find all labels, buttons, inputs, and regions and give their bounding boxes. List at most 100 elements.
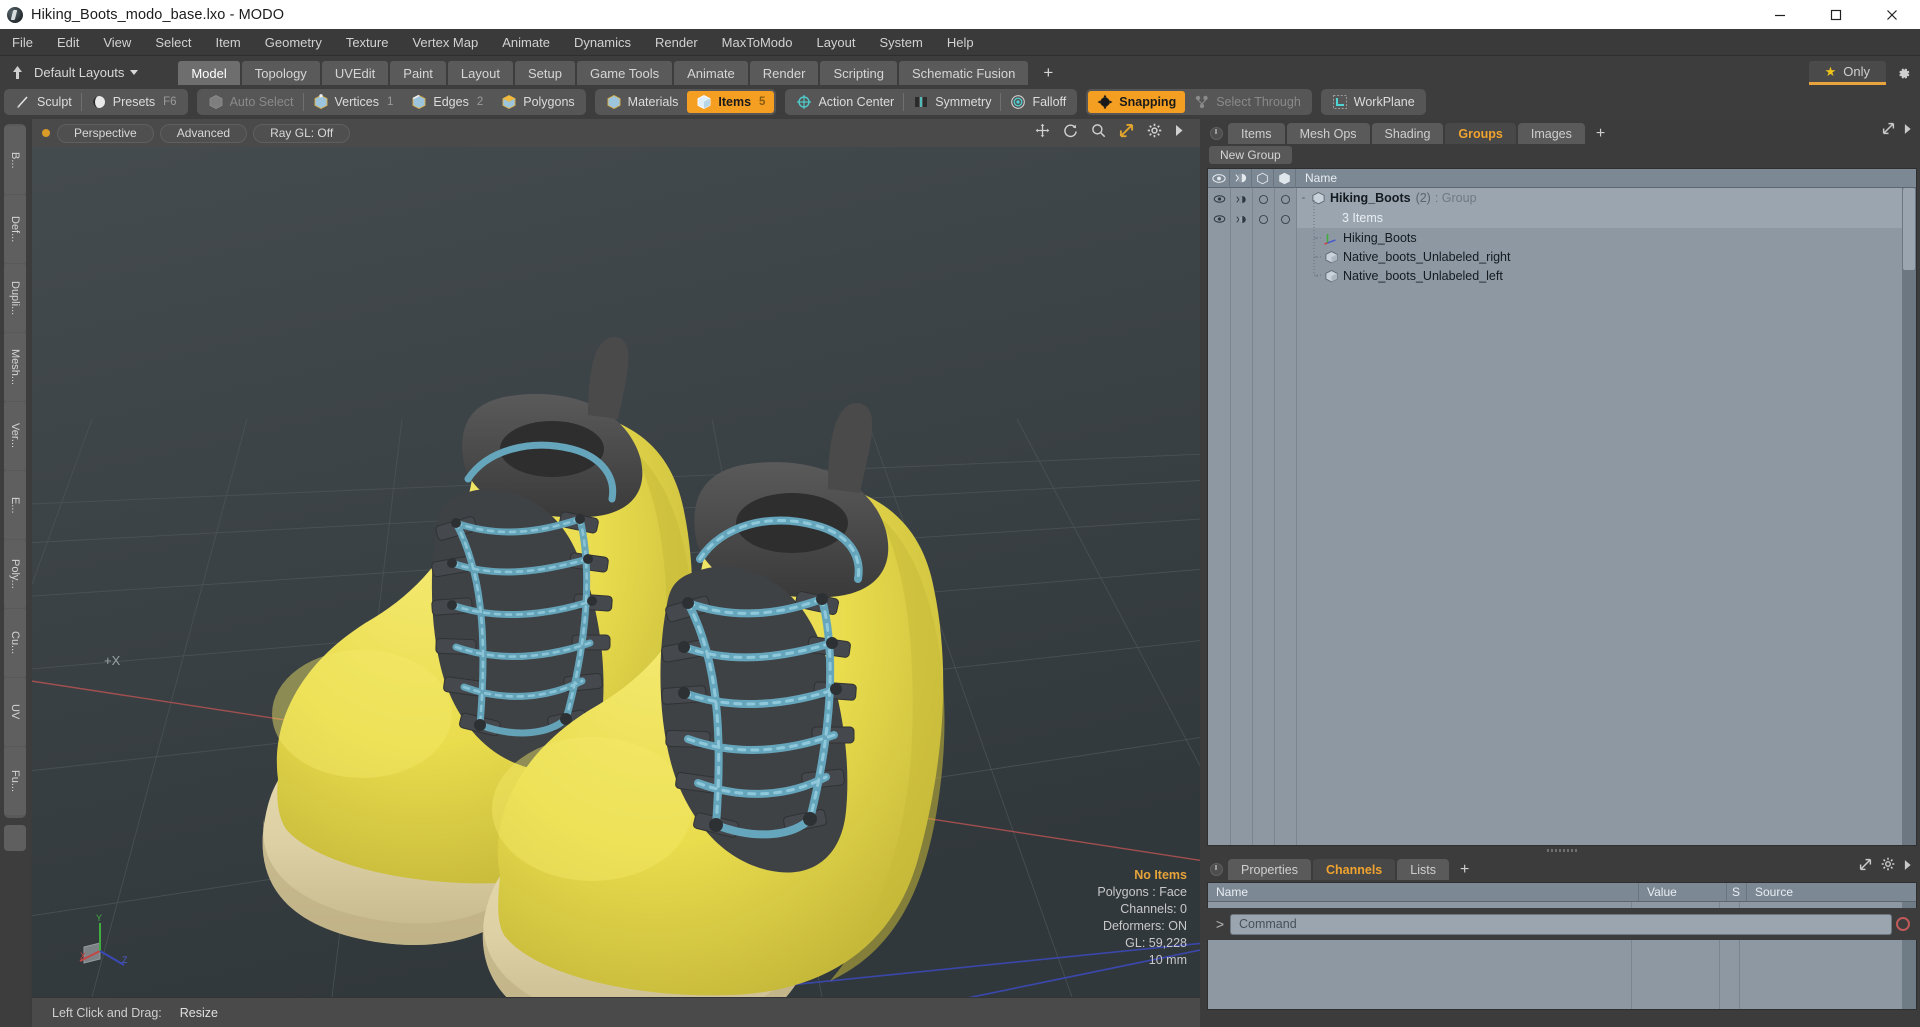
row-visible-toggle[interactable] (1208, 189, 1230, 209)
groups-tree[interactable]: Name - Hiking_Boots (2): Group 3 Items … (1207, 168, 1917, 846)
left-tab-uv[interactable]: UV (4, 678, 26, 746)
tab-lists[interactable]: Lists (1397, 859, 1449, 880)
row-shade-toggle[interactable] (1252, 189, 1274, 209)
tab-properties[interactable]: Properties (1228, 859, 1311, 880)
add-bottom-tab-button[interactable]: + (1451, 859, 1478, 880)
tab-mesh-ops[interactable]: Mesh Ops (1286, 123, 1370, 144)
3d-viewport[interactable]: +X Perspective Advanced Ray GL: Off No I… (32, 119, 1200, 997)
sculpt-button[interactable]: Sculpt (6, 91, 81, 113)
record-icon[interactable] (1892, 917, 1914, 931)
falloff-button[interactable]: Falloff (1001, 91, 1075, 113)
tab-channels[interactable]: Channels (1312, 859, 1396, 880)
menu-texture[interactable]: Texture (334, 29, 401, 56)
layout-tab-uvedit[interactable]: UVEdit (321, 61, 389, 85)
command-input[interactable] (1230, 913, 1892, 935)
pin-icon[interactable] (6, 65, 28, 80)
select-icon[interactable] (1274, 169, 1296, 188)
chevron-right-icon[interactable] (1175, 124, 1184, 142)
channels-list[interactable]: Name Value S Source (1207, 882, 1917, 1010)
row-render-toggle[interactable] (1230, 209, 1252, 229)
menu-file[interactable]: File (0, 29, 45, 56)
left-tab-basic[interactable]: B... (4, 126, 26, 194)
gear-icon[interactable] (1147, 123, 1162, 143)
table-row[interactable]: - Hiking_Boots (2) : Group (1297, 188, 1902, 208)
layout-tab-game-tools[interactable]: Game Tools (576, 61, 673, 85)
select-through-button[interactable]: Select Through (1185, 91, 1310, 113)
new-group-button[interactable]: New Group (1209, 146, 1292, 164)
layout-tab-layout[interactable]: Layout (447, 61, 513, 85)
menu-system[interactable]: System (868, 29, 935, 56)
only-toggle-button[interactable]: ★ Only (1808, 61, 1886, 85)
tab-images[interactable]: Images (1517, 123, 1585, 144)
symmetry-button[interactable]: Symmetry (904, 91, 1000, 113)
maximize-button[interactable] (1808, 0, 1864, 29)
default-layouts-dropdown[interactable]: Default Layouts (34, 65, 139, 80)
panel-resize-handle[interactable] (1207, 846, 1917, 855)
auto-select-button[interactable]: Auto Select (199, 91, 303, 113)
menu-animate[interactable]: Animate (490, 29, 562, 56)
layout-tab-model[interactable]: Model (178, 61, 240, 85)
move-icon[interactable] (1035, 123, 1050, 143)
left-tab-duplicate[interactable]: Dupli... (4, 264, 26, 332)
row-render-toggle[interactable] (1230, 189, 1252, 209)
left-tab-mesh-edit[interactable]: Mesh... (4, 333, 26, 401)
menu-help[interactable]: Help (935, 29, 986, 56)
tab-shading[interactable]: Shading (1371, 123, 1444, 144)
left-tab-polygon[interactable]: Poly... (4, 540, 26, 608)
menu-item[interactable]: Item (203, 29, 252, 56)
left-tab-vertex[interactable]: Ver... (4, 402, 26, 470)
tree-expander[interactable]: - (1310, 232, 1323, 244)
expand-icon[interactable] (1882, 122, 1895, 140)
viewport-projection-button[interactable]: Perspective (57, 123, 154, 143)
materials-mode-button[interactable]: Materials (597, 91, 688, 113)
layout-tab-render[interactable]: Render (749, 61, 819, 85)
zoom-icon[interactable] (1091, 123, 1106, 143)
chevron-right-icon[interactable] (1904, 858, 1912, 876)
left-tab-extra[interactable] (4, 825, 26, 851)
row-visible-toggle[interactable] (1208, 209, 1230, 229)
menu-layout[interactable]: Layout (804, 29, 867, 56)
tree-expander[interactable]: - (1297, 192, 1310, 204)
groups-tree-scrollbar[interactable] (1902, 188, 1916, 845)
layout-tab-animate[interactable]: Animate (674, 61, 748, 85)
viewport-raygl-button[interactable]: Ray GL: Off (253, 123, 351, 143)
left-tab-fusion[interactable]: Fu... (4, 747, 26, 815)
render-icon[interactable] (1230, 169, 1252, 188)
table-row[interactable]: - Native_boots_Unlabeled_right (1297, 247, 1902, 267)
viewport-axis-widget[interactable]: X Y Z (78, 907, 140, 969)
chevron-right-icon[interactable] (1904, 122, 1912, 140)
action-center-button[interactable]: Action Center (787, 91, 903, 113)
shade-icon[interactable] (1252, 169, 1274, 188)
visible-eye-icon[interactable] (1208, 169, 1230, 188)
close-button[interactable] (1864, 0, 1920, 29)
workplane-button[interactable]: WorkPlane (1323, 91, 1424, 113)
table-row[interactable]: - Native_boots_Unlabeled_left (1297, 266, 1902, 286)
table-row[interactable]: - Hiking_Boots (1297, 228, 1902, 248)
snapping-button[interactable]: Snapping (1088, 91, 1186, 113)
menu-render[interactable]: Render (643, 29, 710, 56)
layout-tab-schematic-fusion[interactable]: Schematic Fusion (899, 61, 1029, 85)
add-layout-tab-button[interactable]: + (1030, 61, 1066, 85)
viewport-shading-button[interactable]: Advanced (159, 123, 248, 143)
row-select-toggle[interactable] (1274, 209, 1296, 229)
rotate-icon[interactable] (1063, 123, 1078, 143)
add-panel-tab-button[interactable]: + (1587, 123, 1614, 144)
items-mode-button[interactable]: Items 5 (687, 91, 775, 113)
tab-groups[interactable]: Groups (1445, 123, 1516, 144)
presets-button[interactable]: Presets F6 (82, 91, 186, 113)
panel-menu-knob-icon[interactable] (1210, 127, 1223, 140)
panel-menu-knob-icon[interactable] (1210, 863, 1223, 876)
tree-expander[interactable]: - (1310, 270, 1323, 282)
layout-tab-paint[interactable]: Paint (390, 61, 446, 85)
menu-dynamics[interactable]: Dynamics (562, 29, 643, 56)
tab-items[interactable]: Items (1228, 123, 1285, 144)
scrollbar-thumb[interactable] (1903, 188, 1915, 270)
menu-maxtomodo[interactable]: MaxToModo (710, 29, 805, 56)
layout-settings-gear-icon[interactable] (1886, 61, 1920, 85)
gear-icon[interactable] (1881, 857, 1895, 876)
left-tab-curve[interactable]: Cu... (4, 609, 26, 677)
minimize-button[interactable] (1752, 0, 1808, 29)
tree-expander[interactable]: - (1310, 251, 1323, 263)
row-shade-toggle[interactable] (1252, 209, 1274, 229)
menu-geometry[interactable]: Geometry (253, 29, 334, 56)
